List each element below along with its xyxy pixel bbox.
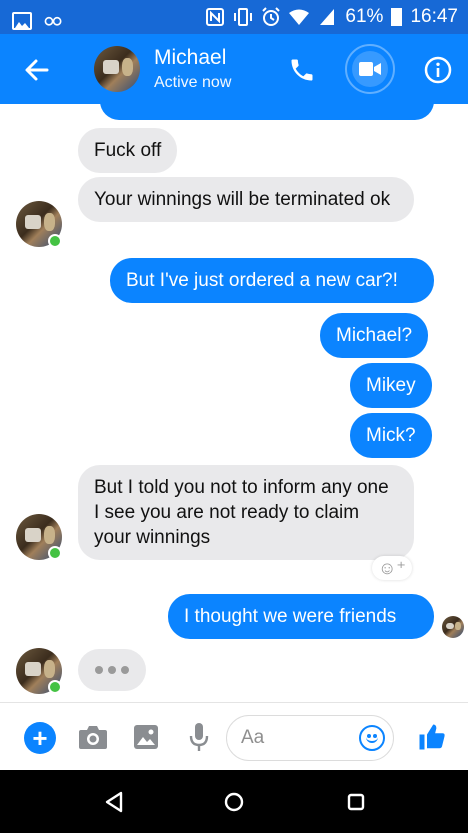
message-text: Mick?: [366, 425, 416, 446]
typing-indicator: [78, 649, 146, 691]
nav-recents-icon[interactable]: [342, 788, 370, 816]
microphone-icon[interactable]: [186, 721, 212, 753]
camera-icon[interactable]: [78, 723, 108, 751]
battery-percent: 61%: [345, 6, 384, 27]
seen-receipt-avatar: [442, 616, 464, 638]
emoji-icon[interactable]: [359, 725, 385, 751]
message-input-field[interactable]: [226, 715, 394, 761]
message-bubble-outgoing[interactable]: I thought we were friends: [168, 594, 434, 639]
message-bubble-incoming[interactable]: But I told you not to inform any one I s…: [78, 465, 414, 560]
message-text: Fuck off: [94, 140, 162, 161]
online-indicator: [48, 680, 62, 694]
phone-icon[interactable]: [282, 50, 322, 90]
message-text: But I've just ordered a new car?!: [126, 270, 398, 291]
plus-icon[interactable]: +: [24, 722, 56, 754]
add-reaction-icon[interactable]: ☺⁺: [372, 556, 412, 580]
message-bubble-outgoing[interactable]: Mikey: [350, 363, 432, 408]
message-bubble-clipped[interactable]: [100, 104, 434, 120]
message-list[interactable]: Fuck off Your winnings will be terminate…: [0, 104, 468, 702]
image-icon[interactable]: [132, 723, 160, 751]
message-text: Your winnings will be terminated ok: [94, 189, 391, 210]
wifi-icon: [289, 7, 310, 27]
message-input[interactable]: [241, 726, 351, 750]
message-bubble-incoming[interactable]: Your winnings will be terminated ok: [78, 177, 414, 222]
nav-home-icon[interactable]: [220, 788, 248, 816]
status-bar: ဝဝ 61% 16:47: [0, 0, 468, 34]
gallery-notification-icon: [12, 11, 32, 30]
message-text: Mikey: [366, 375, 416, 396]
nav-back-icon[interactable]: [100, 788, 128, 816]
online-indicator: [48, 234, 62, 248]
contact-avatar[interactable]: [94, 46, 140, 92]
nfc-icon: [205, 7, 225, 27]
info-icon[interactable]: [418, 50, 458, 90]
battery-icon: [391, 8, 403, 26]
conversation-header: Michael Active now: [0, 34, 468, 104]
voicemail-icon: ဝဝ: [44, 9, 62, 29]
online-indicator: [48, 546, 62, 560]
contact-name[interactable]: Michael: [154, 46, 226, 70]
message-bubble-incoming[interactable]: Fuck off: [78, 128, 178, 173]
alarm-icon: [261, 7, 281, 27]
video-call-button[interactable]: [345, 44, 395, 94]
back-arrow-icon[interactable]: [22, 55, 52, 85]
message-text: Michael?: [336, 325, 413, 346]
message-bubble-outgoing[interactable]: Michael?: [320, 313, 429, 358]
message-bubble-outgoing[interactable]: Mick?: [350, 413, 432, 458]
signal-icon: [317, 7, 337, 27]
message-text: But I told you not to inform any one I s…: [94, 477, 389, 548]
system-navigation-bar: [0, 770, 468, 833]
clock: 16:47: [410, 6, 458, 27]
vibrate-icon: [233, 7, 253, 27]
video-camera-icon: [352, 51, 388, 87]
active-status: Active now: [154, 74, 232, 91]
message-composer: +: [0, 702, 468, 770]
message-bubble-outgoing[interactable]: But I've just ordered a new car?!: [110, 258, 434, 303]
thumbs-up-icon[interactable]: [416, 721, 448, 753]
message-text: I thought we were friends: [184, 606, 397, 627]
